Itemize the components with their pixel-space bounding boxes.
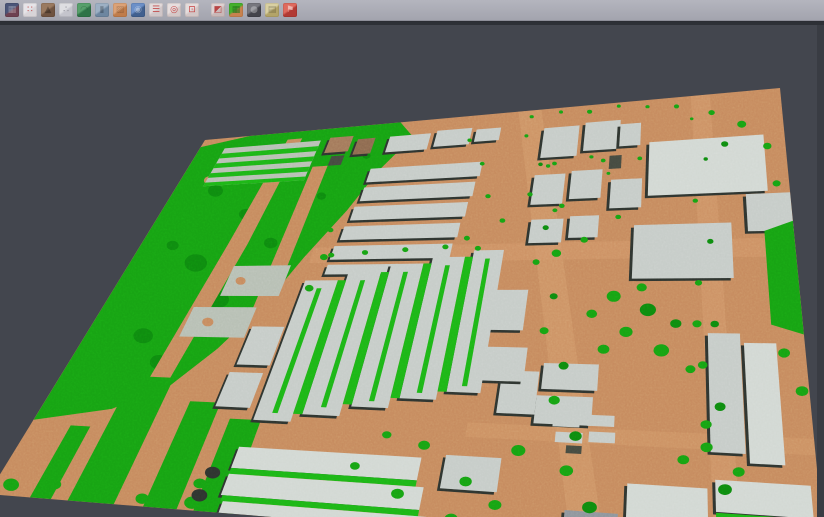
terrain-model-icon[interactable]: ▲ [41,3,55,17]
toolbar-group: ▦ ∷ ▲ ∴ ◠ ▮ ▨ ◉ ☰ ◎ ⊡ [3,3,201,17]
toolbar-group-separator [201,10,209,11]
zoom-extents-icon[interactable]: ⊡ [185,3,199,17]
center-target-icon[interactable]: ◎ [167,3,181,17]
viewport-3d[interactable] [0,25,824,517]
class-table-icon[interactable]: ☰ [149,3,163,17]
orthophoto-icon[interactable]: ▨ [113,3,127,17]
toolbar-group: ◩ ▦ ● ▤ ⚑ [209,3,299,17]
viewport-edge-shade [817,25,824,517]
profile-view-icon[interactable]: ▮ [95,3,109,17]
main-toolbar: ▦ ∷ ▲ ∴ ◠ ▮ ▨ ◉ ☰ ◎ ⊡ ◩ ▦ ● ▤ ⚑ [0,0,824,21]
application-window: ▦ ∷ ▲ ∴ ◠ ▮ ▨ ◉ ☰ ◎ ⊡ ◩ ▦ ● ▤ ⚑ [0,0,824,517]
open-project-icon[interactable]: ▦ [5,3,19,17]
classification-map-icon[interactable]: ▦ [229,3,243,17]
globe-view-icon[interactable]: ◉ [131,3,145,17]
vegetation-layer-icon[interactable]: ◠ [77,3,91,17]
align-points-icon[interactable]: ∷ [23,3,37,17]
flag-marker-icon[interactable]: ⚑ [283,3,297,17]
point-cloud-icon[interactable]: ∴ [59,3,73,17]
camera-view-icon[interactable]: ● [247,3,261,17]
point-cloud-render[interactable] [0,25,824,517]
clip-region-icon[interactable]: ◩ [211,3,225,17]
point-cloud-speckle [0,63,824,517]
elevation-legend-icon[interactable]: ▤ [265,3,279,17]
terrain-mesh [0,63,824,517]
